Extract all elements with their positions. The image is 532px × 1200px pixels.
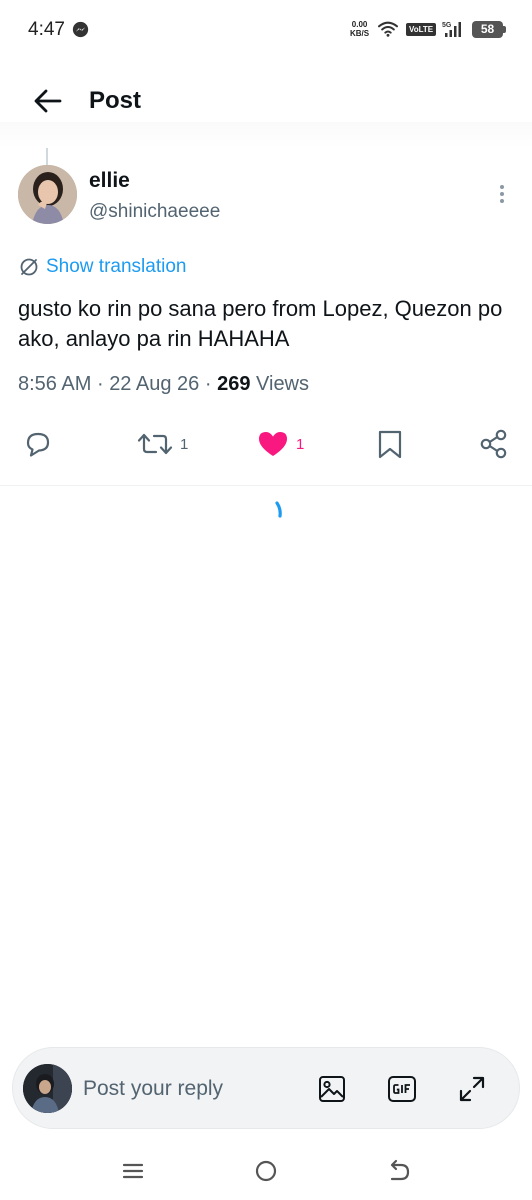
- home-circle-icon: [255, 1160, 277, 1182]
- add-gif-button[interactable]: [385, 1072, 419, 1106]
- net-speed-unit: KB/S: [350, 29, 370, 38]
- views-count[interactable]: 269: [217, 373, 250, 395]
- messenger-icon: [72, 21, 89, 38]
- action-bar: 1 1: [0, 420, 532, 468]
- post-meta: 8:56 AM · 22 Aug 26 · 269 Views: [18, 373, 309, 396]
- translation-label: Show translation: [46, 256, 187, 277]
- home-button[interactable]: [251, 1156, 281, 1186]
- repost-count: 1: [180, 435, 189, 453]
- views-label: Views: [256, 373, 310, 395]
- status-bar: 4:47 0.00 KB/S VoLTE 5G 58: [0, 0, 532, 60]
- share-icon: [480, 429, 507, 459]
- translate-icon: [20, 258, 38, 276]
- reply-icon: [26, 432, 50, 457]
- like-button[interactable]: 1: [256, 426, 304, 462]
- volte-badge: VoLTE: [406, 23, 437, 36]
- expand-button[interactable]: [455, 1072, 489, 1106]
- more-vertical-icon: [500, 185, 504, 189]
- reply-input[interactable]: [83, 1074, 283, 1104]
- post-text: gusto ko rin po sana pero from Lopez, Qu…: [18, 296, 503, 351]
- reply-bar: [12, 1047, 520, 1129]
- back-icon: [390, 1159, 410, 1181]
- signal-icon: 5G: [442, 22, 461, 37]
- post-time: 8:56 AM: [18, 373, 92, 395]
- author-handle[interactable]: @shinichaeeee: [89, 201, 220, 223]
- recent-apps-button[interactable]: [118, 1156, 148, 1186]
- wifi-icon: [378, 21, 398, 37]
- reply-button[interactable]: [22, 426, 54, 462]
- author-avatar[interactable]: [18, 165, 77, 224]
- system-nav-bar: [0, 1140, 532, 1200]
- system-back-button[interactable]: [384, 1156, 414, 1186]
- more-options-button[interactable]: [490, 182, 514, 210]
- action-divider: [0, 485, 532, 486]
- gif-icon: [388, 1076, 416, 1102]
- network-speed: 0.00 KB/S: [350, 20, 369, 38]
- menu-icon: [122, 1163, 144, 1179]
- bookmark-button[interactable]: [375, 426, 405, 462]
- back-button[interactable]: [28, 84, 68, 118]
- expand-icon: [459, 1076, 485, 1102]
- share-button[interactable]: [478, 426, 510, 462]
- repost-icon: [137, 433, 173, 455]
- battery-indicator: 58: [472, 21, 506, 38]
- loading-spinner-icon: [275, 501, 282, 518]
- add-image-button[interactable]: [315, 1072, 349, 1106]
- avatar-image: [18, 165, 77, 224]
- arrow-left-icon: [34, 89, 62, 113]
- like-count: 1: [296, 435, 305, 453]
- post-date: 22 Aug 26: [109, 373, 200, 395]
- user-avatar-image: [23, 1064, 72, 1113]
- repost-button[interactable]: 1: [136, 426, 188, 462]
- image-icon: [319, 1076, 345, 1102]
- meta-separator: ·: [96, 373, 104, 395]
- thread-line: [46, 148, 48, 166]
- status-time: 4:47: [28, 19, 65, 40]
- page-title: Post: [89, 87, 142, 114]
- heart-icon: [259, 432, 287, 456]
- author-name[interactable]: ellie: [89, 169, 130, 193]
- header-divider: [0, 122, 532, 148]
- network-type: 5G: [442, 22, 452, 29]
- bookmark-icon: [378, 430, 402, 459]
- user-avatar[interactable]: [23, 1064, 72, 1113]
- meta-separator: ·: [204, 373, 212, 395]
- show-translation-link[interactable]: Show translation: [18, 254, 186, 280]
- net-speed-value: 0.00: [351, 20, 368, 29]
